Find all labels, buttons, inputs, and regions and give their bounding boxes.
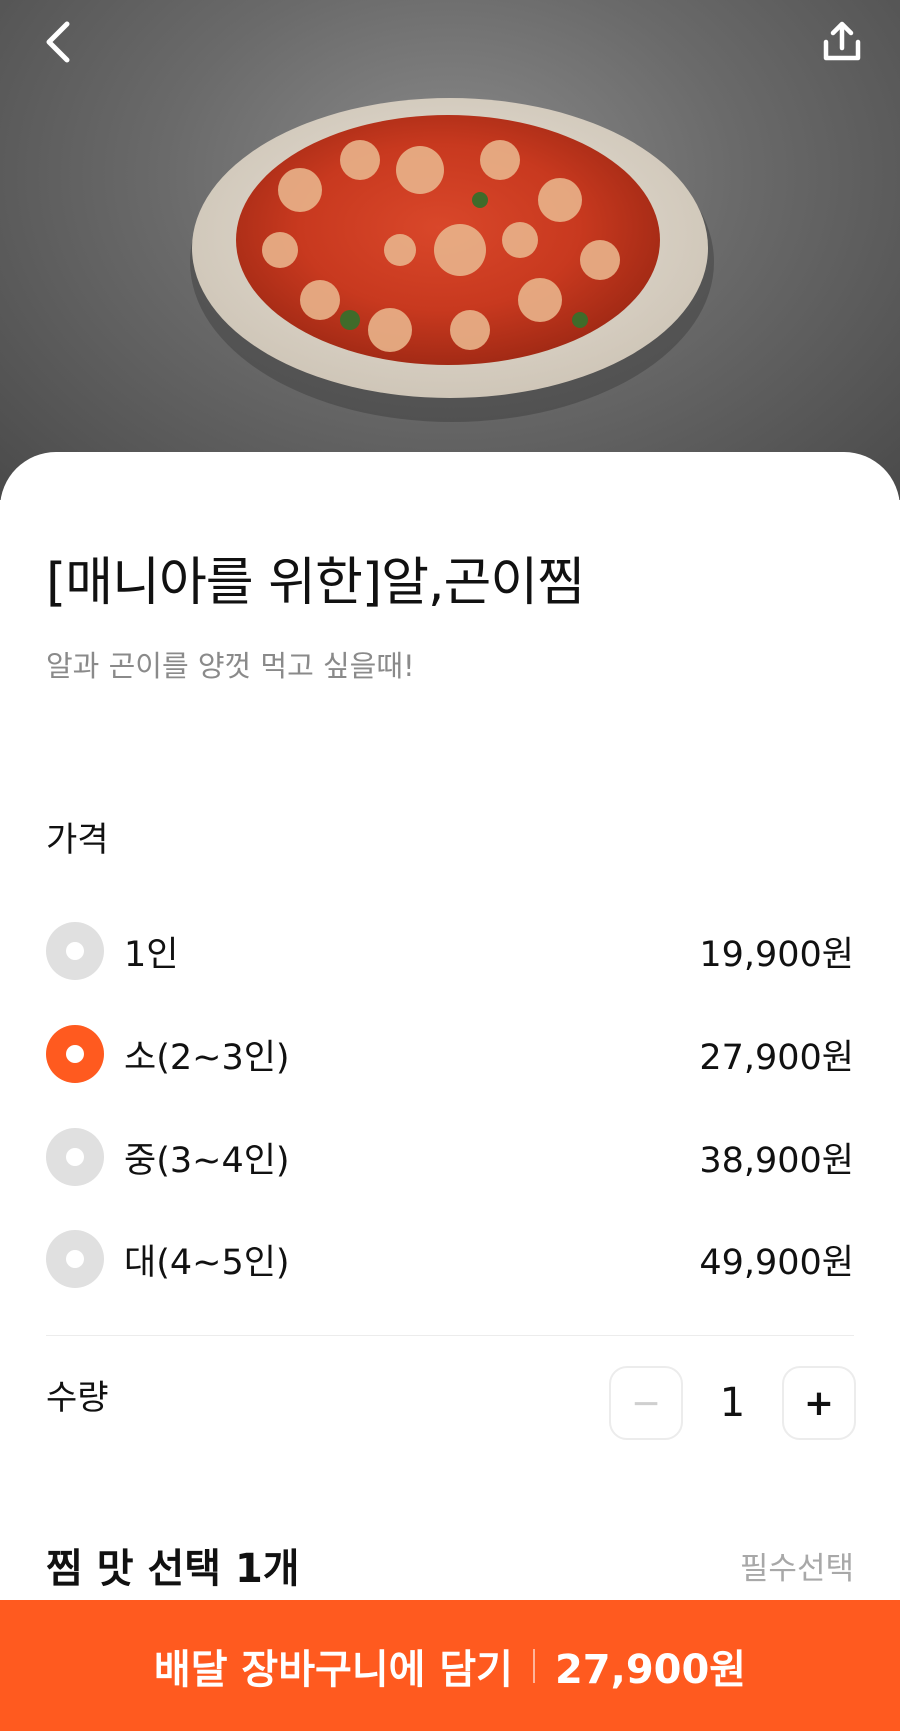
cta-separator: [532, 1648, 535, 1683]
quantity-value: 1: [719, 1380, 746, 1426]
required-badge: 필수선택: [739, 1551, 854, 1587]
radio-button-selected[interactable]: [46, 1025, 104, 1083]
quantity-decrease-button[interactable]: −: [609, 1366, 683, 1440]
quantity-label: 수량: [46, 1378, 109, 1418]
divider: [46, 1335, 854, 1336]
option-name: 중(3~4인): [124, 1140, 290, 1181]
cta-price: 27,900원: [554, 1646, 747, 1693]
price-option-1[interactable]: 1인 19,900원: [46, 921, 854, 981]
option-name: 소(2~3인): [124, 1037, 290, 1078]
price-option-3[interactable]: 중(3~4인) 38,900원: [46, 1127, 854, 1187]
food-hero-image: [0, 0, 900, 500]
option-name: 1인: [124, 934, 179, 975]
price-option-4[interactable]: 대(4~5인) 49,900원: [46, 1229, 854, 1289]
food-plate-illustration: [190, 98, 714, 422]
menu-title: [매니아를 위한]알,곤이찜: [46, 553, 585, 613]
back-icon[interactable]: [34, 18, 82, 66]
option-price: 49,900원: [699, 1242, 854, 1283]
taste-section-title: 찜 맛 선택 1개: [46, 1546, 300, 1592]
share-icon[interactable]: [818, 18, 866, 66]
cta-label: 배달 장바구니에 담기: [153, 1646, 513, 1693]
price-option-2[interactable]: 소(2~3인) 27,900원: [46, 1024, 854, 1084]
option-name: 대(4~5인): [124, 1242, 290, 1283]
add-to-cart-button[interactable]: 배달 장바구니에 담기 27,900원: [0, 1600, 900, 1731]
option-price: 19,900원: [699, 934, 854, 975]
radio-button[interactable]: [46, 1230, 104, 1288]
menu-description: 알과 곤이를 양껏 먹고 싶을때!: [46, 649, 415, 683]
option-price: 27,900원: [699, 1037, 854, 1078]
price-section-label: 가격: [46, 820, 109, 860]
radio-button[interactable]: [46, 1128, 104, 1186]
option-price: 38,900원: [699, 1140, 854, 1181]
radio-button[interactable]: [46, 922, 104, 980]
quantity-increase-button[interactable]: +: [782, 1366, 856, 1440]
